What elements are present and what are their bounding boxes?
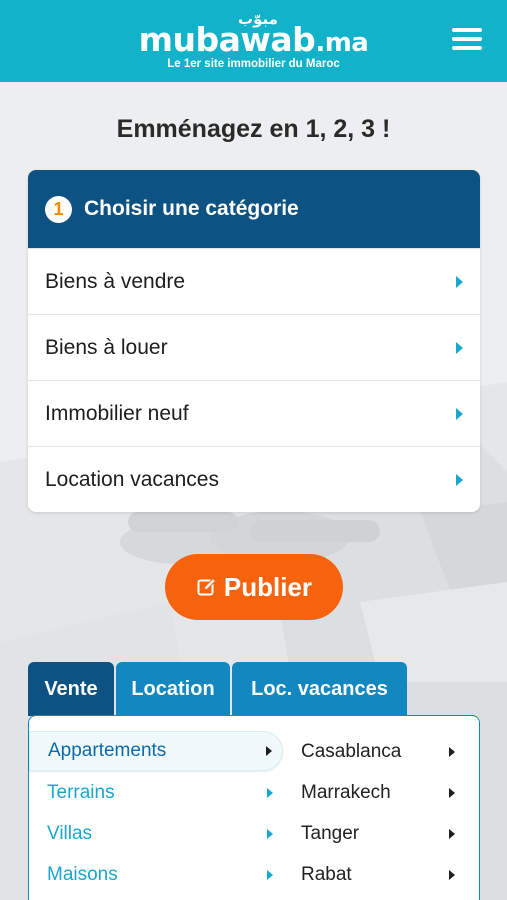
- category-item-label: Biens à louer: [45, 335, 168, 359]
- city-label: Marrakech: [301, 782, 391, 803]
- app-header: مبوّب mubawab.ma Le 1er site immobilier …: [0, 0, 507, 82]
- category-item-biens-a-louer[interactable]: Biens à louer: [28, 314, 480, 380]
- logo[interactable]: mubawab.ma: [0, 22, 507, 61]
- city-tanger[interactable]: Tanger: [299, 814, 461, 854]
- property-type-label: Villas: [47, 823, 93, 844]
- page-headline: Emménagez en 1, 2, 3 !: [116, 115, 391, 143]
- publish-button-label: Publier: [223, 571, 313, 602]
- city-label: Casablanca: [301, 741, 402, 762]
- category-item-label: Biens à vendre: [45, 269, 186, 293]
- property-type-terrains[interactable]: Terrains: [29, 773, 283, 813]
- chevron-right-icon: [456, 341, 463, 354]
- category-item-label: Immobilier neuf: [45, 401, 189, 425]
- chevron-right-icon: [456, 407, 463, 420]
- category-item-biens-a-vendre[interactable]: Biens à vendre: [28, 248, 480, 314]
- logo-wordmark: mubawab.ma: [138, 20, 369, 59]
- search-panel: Appartements Terrains Villas Maisons Cas…: [28, 715, 480, 900]
- category-card: 1 Choisir une catégorie Biens à vendre B…: [28, 170, 480, 512]
- tab-loc-vacances[interactable]: Loc. vacances: [232, 662, 407, 716]
- hamburger-menu-icon[interactable]: [452, 28, 482, 54]
- chevron-right-icon: [456, 275, 463, 288]
- publish-button[interactable]: Publier: [165, 554, 343, 620]
- city-rabat[interactable]: Rabat: [299, 855, 461, 895]
- property-type-label: Appartements: [48, 740, 167, 761]
- tagline: Le 1er site immobilier du Maroc: [167, 58, 340, 70]
- category-card-title: Choisir une catégorie: [84, 197, 299, 220]
- chevron-right-icon: [449, 788, 455, 798]
- tab-location[interactable]: Location: [116, 662, 230, 716]
- chevron-right-icon: [449, 870, 455, 880]
- tab-vente[interactable]: Vente: [28, 662, 114, 716]
- city-label: Tanger: [301, 823, 360, 844]
- property-type-label: Maisons: [47, 864, 118, 885]
- chevron-right-icon: [267, 870, 273, 880]
- chevron-right-icon: [267, 788, 273, 798]
- city-marrakech[interactable]: Marrakech: [299, 773, 461, 813]
- chevron-right-icon: [449, 747, 455, 757]
- chevron-right-icon: [449, 829, 455, 839]
- category-item-location-vacances[interactable]: Location vacances: [28, 446, 480, 512]
- category-card-header: 1 Choisir une catégorie: [28, 170, 480, 248]
- chevron-right-icon: [456, 473, 463, 486]
- category-item-immobilier-neuf[interactable]: Immobilier neuf: [28, 380, 480, 446]
- property-type-villas[interactable]: Villas: [29, 814, 283, 854]
- edit-icon: [197, 577, 217, 596]
- city-casablanca[interactable]: Casablanca: [299, 732, 461, 772]
- chevron-right-icon: [267, 829, 273, 839]
- property-type-maisons[interactable]: Maisons: [29, 855, 283, 895]
- step-number-badge: 1: [45, 195, 72, 223]
- category-item-label: Location vacances: [45, 467, 219, 491]
- property-type-label: Terrains: [47, 782, 115, 803]
- city-label: Rabat: [301, 864, 352, 885]
- chevron-right-icon: [266, 746, 272, 756]
- property-type-appartements[interactable]: Appartements: [29, 731, 283, 771]
